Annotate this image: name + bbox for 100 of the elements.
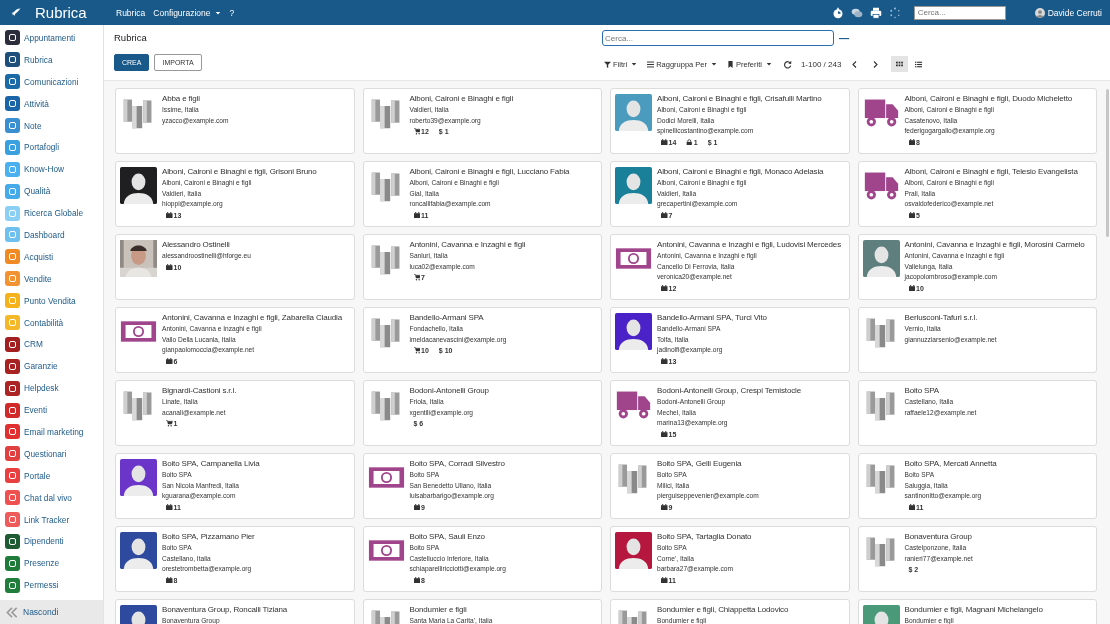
refresh-icon[interactable] [782,59,792,69]
chat-icon[interactable] [850,6,863,19]
contact-name: Alboni, Caironi e Binaghi e figli, Telesio Evangelista [904,166,1079,177]
contact-name: Alboni, Caironi e Binaghi e figli, Duodo Micheletto [904,93,1074,104]
contact-name: Abba e figli [162,93,201,104]
calendar-icon [413,503,420,511]
sidebar-item[interactable]: Permessi [0,574,103,597]
printer-icon[interactable] [869,6,882,19]
sidebar-item[interactable]: Questionari [0,442,103,465]
contact-name: Alboni, Caironi e Binaghi e figli, Grisoni Bruno [162,166,318,177]
list-icon [915,60,923,68]
caret-icon [765,61,772,67]
avatar-icon [615,313,652,350]
sidebar-item[interactable]: Appuntamenti [0,27,103,49]
kanban-view-button[interactable] [891,56,909,72]
sidebar-item[interactable]: Punto Vendita [0,289,103,312]
sidebar-item[interactable]: Comunicazioni [0,70,103,93]
user-name[interactable]: Davide Cerruti [1047,7,1102,18]
calendar-icon [413,211,420,219]
filter-icon [604,60,611,68]
sidebar-item[interactable]: Ricerca Globale [0,202,103,224]
calendar-icon [166,263,173,271]
contact-name: Antonini, Cavanna e Inzaghi e figli [409,239,527,250]
grid-icon [896,60,904,68]
sidebar-item[interactable]: Attività [0,92,103,115]
menu-item[interactable]: ? [229,7,235,18]
cart-icon [166,420,173,427]
contact-name: Bandello-Armani SPA [409,312,485,323]
calendar-icon [166,357,173,365]
sidebar-item[interactable]: Contabilità [0,311,103,334]
contact-name: Boito SPA, Campanella Livia [162,458,261,469]
contact-name: Boito SPA [904,385,941,396]
caret-icon [215,9,222,16]
sidebar-item[interactable]: Know-How [0,158,103,181]
toggle-button[interactable]: — [837,32,851,44]
sidebar-item[interactable]: Dashboard [0,224,103,246]
calendar-icon [908,211,915,219]
next-icon[interactable] [871,59,881,69]
avatar-icon [615,532,652,569]
calendar-icon [661,211,668,219]
pager-value[interactable]: 1-100 / 243 [800,59,842,69]
sidebar-item[interactable]: Portale [0,464,103,487]
calendar-icon [166,503,173,511]
sidebar-item[interactable]: Chat dal vivo [0,486,103,509]
sidebar-item[interactable]: Presenze [0,552,103,575]
contact-name: Berlusconi-Tafuri s.r.l. [904,312,979,323]
contact-name: Antonini, Cavanna e Inzaghi e figli, Ludovisi Mercedes [657,239,842,250]
sidebar-item[interactable]: Dipendenti [0,530,103,553]
stopwatch-icon[interactable] [831,6,844,19]
contact-name: Boito SPA, Sauli Enzo [409,531,486,542]
contact-name: Alboni, Caironi e Binaghi e figli [409,93,515,104]
sidebar-item[interactable]: Rubrica [0,48,103,71]
spinner-icon [888,6,901,19]
contact-name: Bonaventura Group, Roncalli Tiziana [162,604,289,615]
bookmark-icon [727,60,735,68]
contact-name: Bondumier e figli [409,604,468,615]
contact-name: Boito SPA, Pizzamano Pier [162,531,256,542]
avatar-icon [862,240,900,277]
lock-icon [686,138,693,146]
lines-icon [647,60,655,68]
sidebar-item[interactable]: Note [0,114,103,137]
contact-name: Bignardi-Castioni s.r.l. [162,385,238,396]
calendar-icon [908,138,915,146]
calendar-icon [413,576,420,584]
contact-name: Antonini, Cavanna e Inzaghi e figli, Zabarella Claudia [162,312,344,323]
avatar-icon[interactable] [1034,7,1045,18]
sidebar-item[interactable]: Acquisti [0,245,103,268]
sidebar-item[interactable]: Garanzie [0,355,103,378]
contact-name: Bandello-Armani SPA, Turci Vito [657,312,768,323]
menu-item[interactable]: Rubrica [116,7,146,18]
avatar-icon [120,532,157,569]
contact-name: Bondumier e figli, Magnani Michelangelo [904,604,1044,615]
sidebar-item[interactable]: Portafogli [0,136,103,159]
sidebar-item[interactable]: Link Tracker [0,508,103,531]
calendar-icon [661,138,668,146]
calendar-icon [908,503,915,511]
calendar-icon [661,576,668,584]
sidebar-item[interactable]: Eventi [0,399,103,422]
contact-name: Boito SPA, Gelli Eugenia [657,458,743,469]
cart-icon [413,347,420,354]
avatar-icon [120,459,157,496]
scrollbar[interactable] [1106,89,1109,237]
app-title[interactable]: Rubrica [35,4,87,21]
sidebar-item[interactable]: Helpdesk [0,377,103,400]
contact-name: Bonaventura Group [904,531,973,542]
sidebar-item[interactable]: Vendite [0,267,103,290]
sidebar-item[interactable]: Qualità [0,180,103,203]
contact-name: Alboni, Caironi e Binaghi e figli, Crisafulli Martino [657,93,823,104]
search-field[interactable]: Cerca... [602,30,834,46]
search-field[interactable]: Cerca... [913,5,1006,20]
contact-name: Bondumier e figli, Chiappetta Lodovico [657,604,790,615]
calendar-icon [166,576,173,584]
contact-name: Alboni, Caironi e Binaghi e figli, Monaco Adelasia [657,166,825,177]
menu-item[interactable]: Configurazione [153,7,222,18]
chevrons-icon [5,606,19,618]
hide-sidebar-button[interactable]: Nascondi [0,600,103,624]
calendar-icon [661,357,668,365]
contact-name: Boito SPA, Tartaglia Donato [657,531,753,542]
sidebar-item[interactable]: Email marketing [0,421,103,443]
sidebar-item[interactable]: CRM [0,333,103,356]
